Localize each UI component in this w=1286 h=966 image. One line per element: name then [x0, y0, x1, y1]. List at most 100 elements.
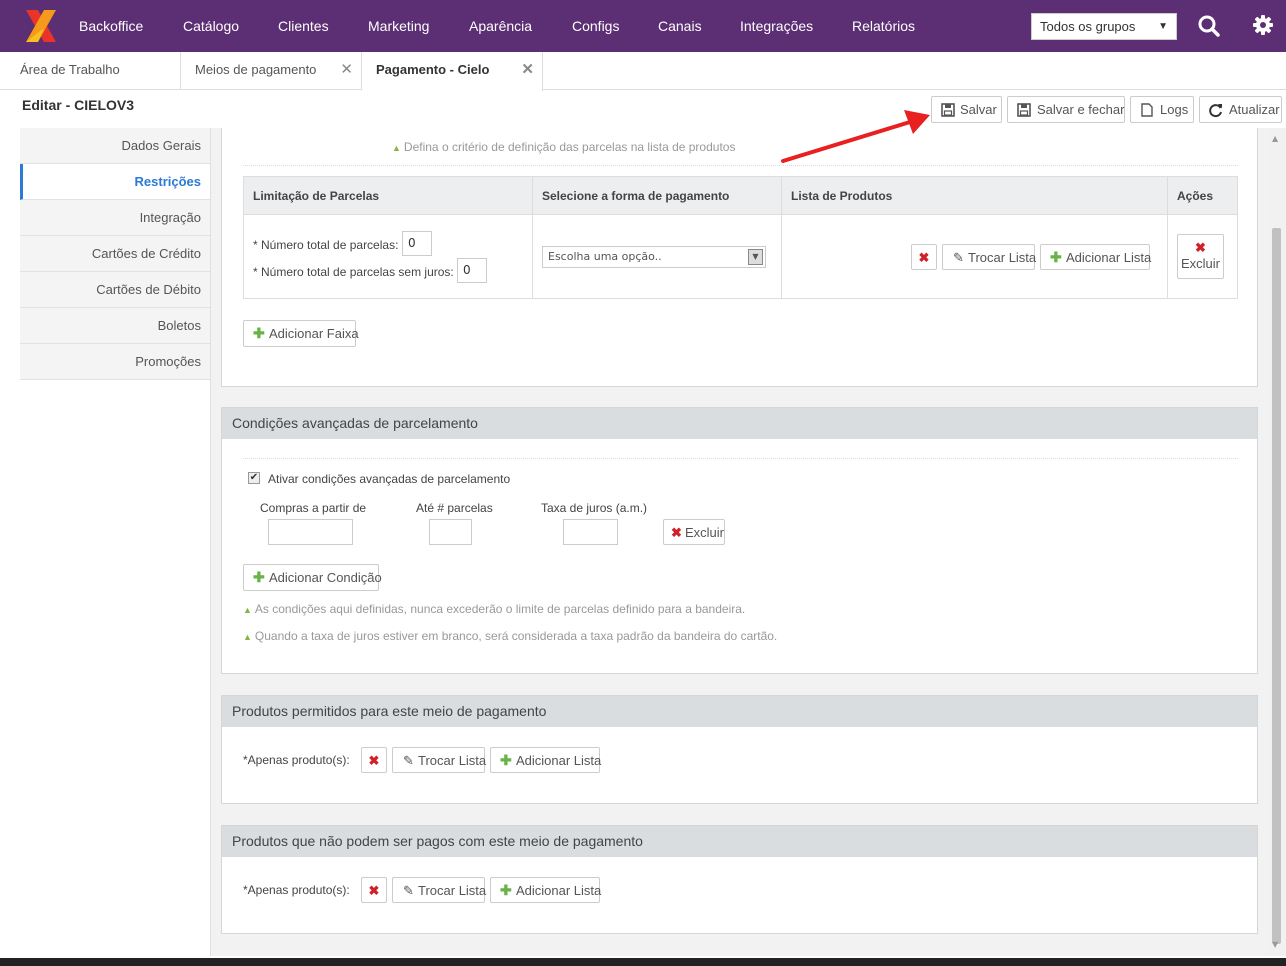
apenas-produtos-label: *Apenas produto(s):	[243, 753, 350, 767]
nav-backoffice[interactable]: Backoffice	[79, 0, 143, 52]
trocar-lista-button[interactable]: ✎ Trocar Lista	[392, 747, 486, 773]
pencil-icon: ✎	[403, 753, 414, 768]
close-icon: ✖	[1195, 240, 1206, 255]
divider	[243, 458, 1238, 459]
caret-down-icon: ▼	[748, 249, 763, 265]
scroll-thumb[interactable]	[1272, 228, 1281, 944]
adicionar-lista-button[interactable]: ✚ Adicionar Lista	[490, 877, 602, 903]
col-header: Lista de Produtos	[781, 176, 1168, 215]
trocar-lista-button[interactable]: ✎ Trocar Lista	[942, 244, 1036, 270]
floppy-disk-icon	[1017, 103, 1031, 117]
scroll-up-icon[interactable]: ▲	[1272, 134, 1278, 143]
refresh-label: Atualizar	[1229, 102, 1280, 117]
sidebar-item-boletos[interactable]: Boletos	[20, 308, 211, 344]
save-and-close-button[interactable]: Salvar e fechar	[1007, 96, 1125, 123]
tab-bar: Área de Trabalho Meios de pagamento ✕ Pag…	[0, 52, 1286, 91]
triangle-up-icon: ▲	[392, 143, 401, 153]
advanced-conditions-checkbox[interactable]: ✔	[248, 472, 260, 484]
logs-button[interactable]: Logs	[1130, 96, 1194, 123]
col-header: Selecione a forma de pagamento	[532, 176, 782, 215]
payment-method-select[interactable]: Escolha uma opção.. ▼	[542, 246, 766, 268]
adicionar-lista-button[interactable]: ✚ Adicionar Lista	[1040, 244, 1152, 270]
adicionar-lista-button[interactable]: ✚ Adicionar Lista	[490, 747, 601, 773]
nav-aparencia[interactable]: Aparência	[469, 0, 532, 52]
compras-input[interactable]	[268, 519, 353, 545]
remove-list-button[interactable]: ✖	[361, 877, 387, 903]
plus-icon: ✚	[500, 752, 512, 768]
nav-integracoes[interactable]: Integrações	[740, 0, 813, 52]
refresh-button[interactable]: Atualizar	[1199, 96, 1282, 123]
acoes-cell: ✖ Excluir	[1167, 214, 1238, 299]
parcelas-hint-text: Defina o critério de definição das parce…	[403, 140, 736, 154]
adicionar-condicao-label: Adicionar Condição	[269, 570, 382, 585]
sidebar-item-restricoes[interactable]: Restrições	[20, 164, 211, 200]
forma-pagamento-cell: Escolha uma opção.. ▼	[532, 214, 782, 299]
trocar-lista-label: Trocar Lista	[418, 883, 487, 898]
nav-canais[interactable]: Canais	[658, 0, 702, 52]
tab-area-de-trabalho[interactable]: Área de Trabalho	[6, 52, 181, 90]
save-label: Salvar	[960, 102, 997, 117]
triangle-up-icon: ▲	[243, 605, 252, 615]
top-navigation: Backoffice Catálogo Clientes Marketing A…	[0, 0, 1286, 52]
sidebar-item-cartoes-credito[interactable]: Cartões de Crédito	[20, 236, 211, 272]
group-select[interactable]: Todos os grupos ▼	[1031, 13, 1177, 40]
adicionar-lista-label: Adicionar Lista	[516, 883, 602, 898]
nav-clientes[interactable]: Clientes	[278, 0, 329, 52]
excluir-label: Excluir	[685, 525, 725, 540]
scrollbar[interactable]: ▲ ▼	[1268, 128, 1286, 956]
advanced-hint-2: ▲ Quando a taxa de juros estiver em branc…	[243, 629, 777, 643]
excluir-condicao-button[interactable]: ✖ Excluir	[663, 519, 725, 545]
triangle-up-icon: ▲	[243, 632, 252, 642]
trocar-lista-button[interactable]: ✎ Trocar Lista	[392, 877, 487, 903]
group-select-value: Todos os grupos	[1040, 19, 1136, 34]
ate-parcelas-input[interactable]	[429, 519, 472, 545]
nav-catalogo[interactable]: Catálogo	[183, 0, 239, 52]
condicoes-avancadas-panel: Condições avançadas de parcelamento ✔ At…	[221, 407, 1258, 674]
nav-marketing[interactable]: Marketing	[368, 0, 429, 52]
close-icon[interactable]: ✕	[521, 52, 534, 88]
plus-icon: ✚	[253, 569, 265, 585]
remove-list-button[interactable]: ✖	[361, 747, 387, 773]
logs-label: Logs	[1160, 102, 1189, 117]
parcelas-table: Limitação de Parcelas Selecione a forma …	[243, 176, 1238, 299]
save-button[interactable]: Salvar	[931, 96, 1002, 123]
parcelas-hint: ▲ Defina o critério de definição das parc…	[392, 140, 735, 154]
nav-configs[interactable]: Configs	[572, 0, 619, 52]
sidebar-item-cartoes-debito[interactable]: Cartões de Débito	[20, 272, 211, 308]
table-row: * Número total de parcelas: 0 * Número t…	[243, 214, 1238, 299]
apenas-produtos-label: *Apenas produto(s):	[243, 883, 350, 897]
sidebar-item-integracao[interactable]: Integração	[20, 200, 211, 236]
payment-method-select-value: Escolha uma opção..	[548, 250, 662, 263]
annotation-arrow-icon	[781, 110, 930, 163]
ate-parcelas-label: Até # parcelas	[416, 501, 493, 515]
tab-meios-de-pagamento[interactable]: Meios de pagamento ✕	[181, 52, 362, 90]
adicionar-lista-label: Adicionar Lista	[1066, 250, 1152, 265]
panel-header: Produtos permitidos para este meio de pa…	[222, 696, 1257, 727]
close-icon: ✖	[918, 250, 930, 265]
total-parcelas-label: * Número total de parcelas:	[253, 238, 399, 252]
advanced-conditions-label: Ativar condições avançadas de parcelamen…	[268, 472, 511, 486]
remove-list-button[interactable]: ✖	[911, 244, 937, 270]
page-title: Editar - CIELOV3	[22, 97, 135, 113]
adicionar-condicao-button[interactable]: ✚ Adicionar Condição	[243, 564, 382, 591]
logo-icon[interactable]	[24, 8, 58, 44]
compras-label: Compras a partir de	[260, 501, 367, 515]
tab-pagamento-cielo[interactable]: Pagamento - Cielo ✕	[362, 52, 543, 91]
total-parcelas-input[interactable]: 0	[402, 231, 432, 256]
gear-icon[interactable]	[1252, 14, 1274, 36]
close-icon[interactable]: ✕	[340, 52, 353, 88]
scroll-down-icon[interactable]: ▼	[1272, 940, 1278, 949]
divider	[243, 165, 1238, 166]
nav-relatorios[interactable]: Relatórios	[852, 0, 915, 52]
excluir-faixa-button[interactable]: ✖ Excluir	[1177, 234, 1224, 279]
sidebar: Dados Gerais Restrições Integração Cartõ…	[20, 128, 211, 380]
adicionar-faixa-button[interactable]: ✚ Adicionar Faixa	[243, 320, 359, 347]
search-icon[interactable]	[1198, 15, 1220, 37]
sidebar-item-dados-gerais[interactable]: Dados Gerais	[20, 128, 211, 164]
panel-header: Condições avançadas de parcelamento	[222, 408, 1257, 439]
parcelas-sem-juros-input[interactable]: 0	[457, 258, 487, 283]
advanced-hint-1: ▲ As condições aqui definidas, nunca exce…	[243, 602, 745, 616]
taxa-juros-input[interactable]	[563, 519, 618, 545]
parcelas-sem-juros-label: * Número total de parcelas sem juros:	[253, 265, 454, 279]
sidebar-item-promocoes[interactable]: Promoções	[20, 344, 211, 380]
